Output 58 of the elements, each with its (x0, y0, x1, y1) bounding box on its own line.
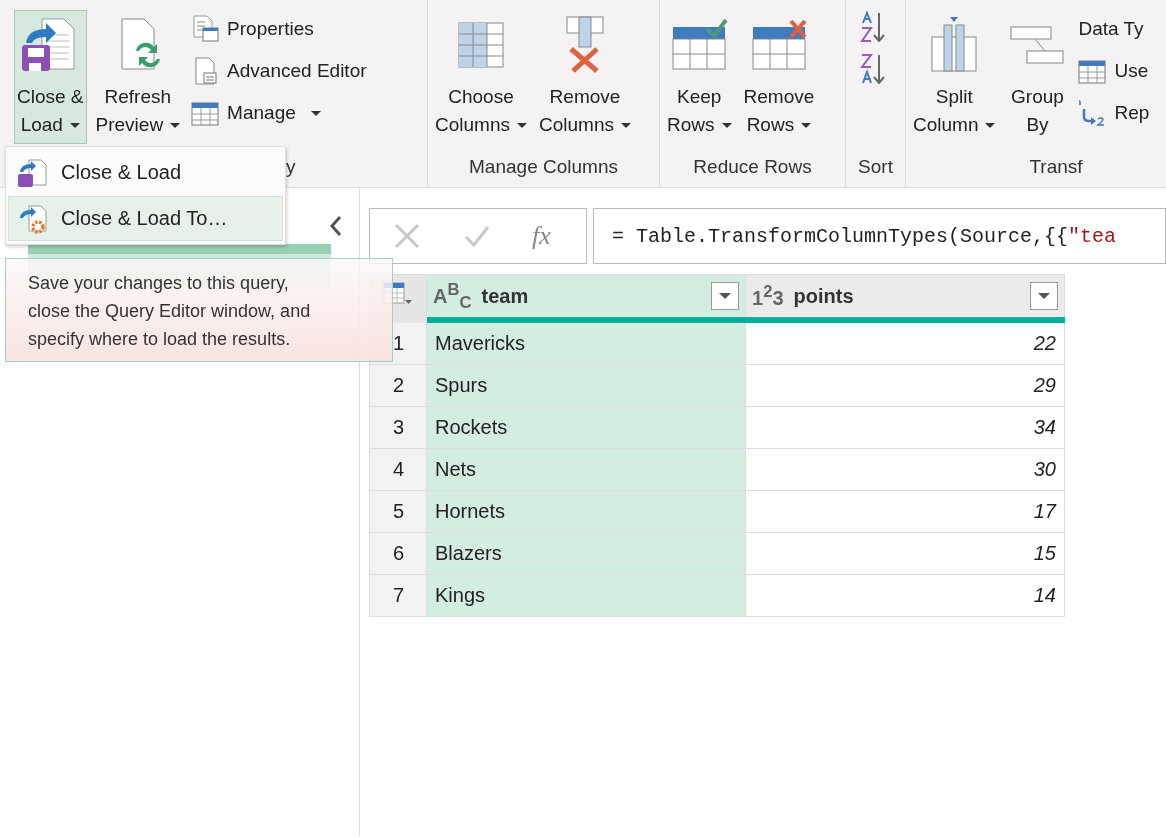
table-cell: 15 (745, 532, 1065, 575)
table-cell: 14 (745, 574, 1065, 617)
table-cell: Nets (426, 448, 746, 491)
table-cell: Hornets (426, 490, 746, 533)
group-label: y (286, 156, 296, 178)
table-cell: Mavericks (426, 320, 746, 365)
ribbon-button[interactable]: Use (1076, 52, 1152, 90)
ribbon-button[interactable]: Properties (189, 10, 369, 48)
ribbon-button[interactable]: Refresh Preview (92, 10, 184, 144)
table-cell: Spurs (426, 364, 746, 407)
row-number: 2 (369, 364, 427, 407)
ribbon-button[interactable]: Keep Rows (664, 10, 735, 144)
menu-item[interactable]: Close & Load To… (8, 196, 283, 241)
document-table-icon (191, 15, 220, 43)
function-button[interactable]: fx (532, 221, 551, 251)
row-number: 7 (369, 574, 427, 617)
ribbon-button[interactable]: Manage (189, 94, 369, 132)
table-icon (191, 99, 220, 127)
sort-descending-icon[interactable] (858, 52, 886, 86)
table-cell: 22 (745, 320, 1065, 365)
type-indicator[interactable]: 1$^{2}$3 (752, 282, 784, 310)
ribbon-button[interactable]: Split Column (910, 10, 999, 144)
group-label: Sort (857, 156, 894, 178)
ribbon-button[interactable]: Close & Load (14, 10, 87, 144)
ribbon-button[interactable]: Choose Columns (432, 10, 530, 144)
ribbon-button[interactable]: Rep (1076, 94, 1152, 132)
filter-dropdown-icon[interactable] (1030, 282, 1058, 310)
sort-ascending-icon[interactable] (858, 10, 886, 44)
document-gear-icon (17, 203, 47, 234)
table-icon (1078, 57, 1107, 85)
group-label: Manage Columns (468, 156, 619, 178)
row-number: 3 (369, 406, 427, 449)
row-number: 5 (369, 490, 427, 533)
ribbon-button[interactable]: Remove Rows (740, 10, 818, 144)
row-number: 4 (369, 448, 427, 491)
replace-values-icon (1078, 99, 1107, 127)
column-header[interactable]: A$^{B}$$_{C}$ team (426, 274, 746, 320)
table-cell: 30 (745, 448, 1065, 491)
table-cell: Blazers (426, 532, 746, 575)
column-header[interactable]: 1$^{2}$3 points (745, 274, 1065, 320)
save-document-icon (17, 157, 47, 188)
menu-item[interactable]: Close & Load (8, 150, 283, 195)
filter-dropdown-icon[interactable] (711, 282, 739, 310)
ribbon-button[interactable]: Advanced Editor (189, 52, 369, 90)
table-cell: 34 (745, 406, 1065, 449)
table-cell: Rockets (426, 406, 746, 449)
table-cell: 29 (745, 364, 1065, 407)
row-number: 6 (369, 532, 427, 575)
ribbon-button[interactable]: Data Ty (1076, 10, 1152, 48)
table-cell: 17 (745, 490, 1065, 533)
collapse-chevron-icon[interactable] (328, 214, 344, 238)
table-cell: Kings (426, 574, 746, 617)
ribbon-button[interactable]: Group By (1004, 10, 1071, 144)
tooltip: Save your changes to this query, close the Query Editor window, and specify where to load the results. (5, 258, 393, 362)
group-label: Transf (1028, 156, 1084, 178)
formula-field[interactable]: = Table.TransformColumnTypes(Source,{{"tea (593, 208, 1166, 264)
ribbon-button[interactable]: Remove Columns (536, 10, 634, 144)
group-label: Reduce Rows (692, 156, 813, 178)
